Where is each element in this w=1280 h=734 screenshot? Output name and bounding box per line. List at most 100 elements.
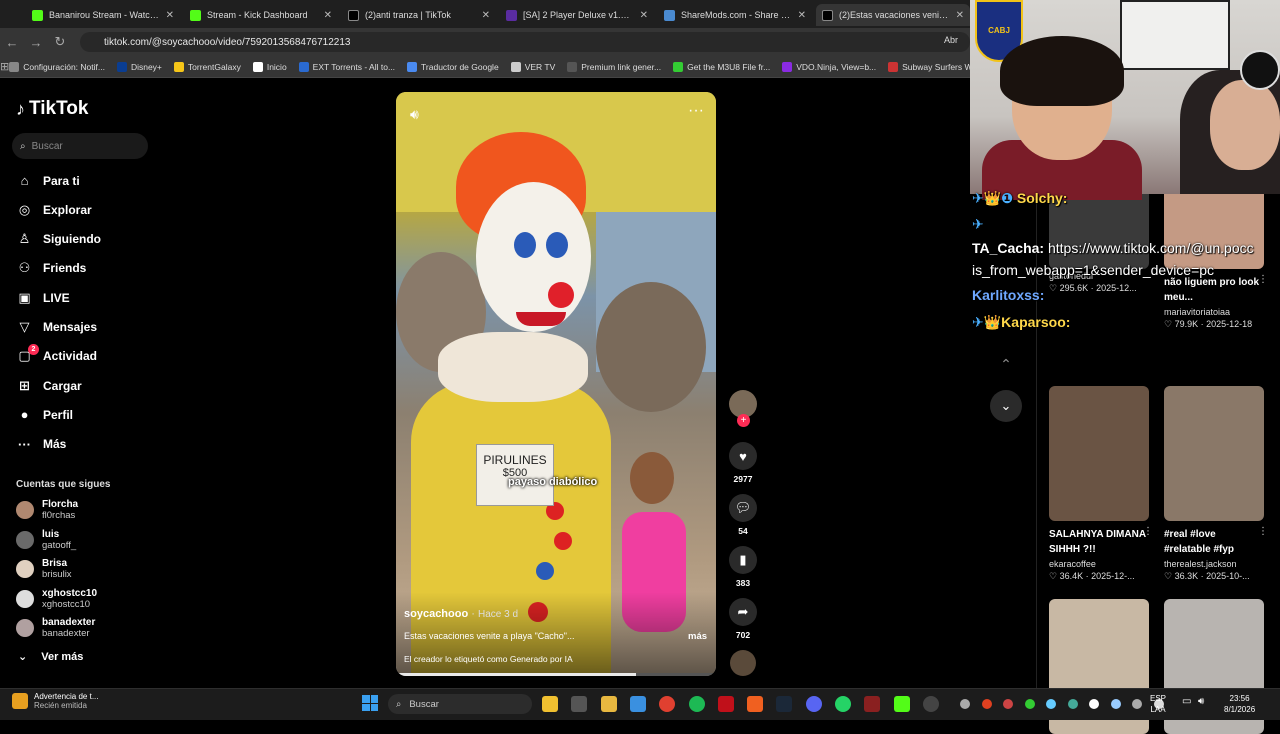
back-icon[interactable]: ← bbox=[0, 35, 24, 50]
origin-icon[interactable] bbox=[747, 696, 764, 712]
description-more-button[interactable]: más bbox=[688, 631, 707, 642]
video-title[interactable]: não liguem pro look meu... bbox=[1164, 275, 1264, 305]
nav-item-friends[interactable]: ⚇ Friends bbox=[16, 260, 87, 277]
nav-item-actividad[interactable]: ▢ 2 Actividad bbox=[16, 343, 97, 365]
notification-widget[interactable]: Advertencia de t... Recién emitida bbox=[12, 692, 98, 710]
video-title[interactable]: SALAHNYA DIMANA SIHHH ?!! bbox=[1049, 527, 1149, 557]
tray-app-6[interactable] bbox=[1089, 699, 1099, 709]
followed-account[interactable]: banadexter banadexter bbox=[16, 617, 95, 639]
netflix-icon[interactable] bbox=[717, 696, 734, 712]
tray-app-7[interactable] bbox=[1110, 699, 1121, 709]
comment-button[interactable]: 💬︎ 54 bbox=[728, 494, 758, 536]
video-options-icon[interactable]: ··· bbox=[688, 102, 704, 120]
video-player[interactable]: PIRULINES $500 payaso diabólico 🔊︎ ··· s… bbox=[396, 92, 716, 676]
followed-account[interactable]: Florcha fl0rchas bbox=[16, 499, 78, 521]
bookmark-item[interactable]: Subway Surfers Web bbox=[888, 61, 982, 72]
obs-icon[interactable] bbox=[922, 696, 939, 712]
forward-icon[interactable]: → bbox=[24, 35, 48, 50]
task-view-icon[interactable] bbox=[571, 696, 588, 712]
folder-icon[interactable] bbox=[600, 696, 617, 712]
photos-icon[interactable] bbox=[629, 696, 646, 712]
followed-account[interactable]: Brisa brisulix bbox=[16, 558, 72, 580]
browser-tab[interactable]: Bananirou Stream - Watch Live ✕ bbox=[26, 4, 180, 26]
game-icon[interactable] bbox=[864, 696, 881, 712]
tray-app-1[interactable] bbox=[981, 699, 992, 709]
bookmark-item[interactable]: TorrentGalaxy bbox=[173, 61, 241, 72]
browser-tab[interactable]: [SA] 2 Player Deluxe v1.5 (mod... ✕ bbox=[500, 4, 654, 26]
system-clock[interactable]: 23:56 8/1/2026 bbox=[1224, 693, 1255, 715]
browser-tab[interactable]: ShareMods.com - Share your g... ✕ bbox=[658, 4, 812, 26]
video-user[interactable]: therealest.jackson bbox=[1164, 559, 1264, 569]
tray-app-3[interactable] bbox=[1024, 699, 1035, 709]
reload-icon[interactable]: ↻ bbox=[48, 34, 72, 50]
video-title[interactable]: #real #love #relatable #fyp bbox=[1164, 527, 1264, 557]
video-user[interactable]: ekaracoffee bbox=[1049, 559, 1149, 569]
like-button[interactable]: ♥ 2977 bbox=[728, 442, 758, 484]
close-icon[interactable]: ✕ bbox=[798, 10, 806, 21]
close-icon[interactable]: ✕ bbox=[324, 10, 332, 21]
video-user[interactable]: mariavitoriatoiaa bbox=[1164, 307, 1264, 317]
related-video-card[interactable]: #real #love #relatable #fyp ⋮ therealest.j… bbox=[1164, 386, 1268, 582]
tray-app-5[interactable] bbox=[1067, 699, 1078, 709]
share-button[interactable]: ➦ 702 bbox=[728, 598, 758, 640]
nav-item-siguiendo[interactable]: ♙ Siguiendo bbox=[16, 231, 101, 248]
bookmark-item[interactable]: VDO.Ninja, View=b... bbox=[782, 61, 876, 72]
language-indicator[interactable]: ESP LAA bbox=[1150, 693, 1166, 715]
close-icon[interactable]: ✕ bbox=[640, 10, 648, 21]
browser-tab[interactable]: (2)Estas vacaciones venite a... ✕ bbox=[816, 4, 970, 26]
apps-grid-icon[interactable]: ⊞ bbox=[0, 60, 9, 73]
nav-item-más[interactable]: ··· Más bbox=[16, 436, 66, 453]
previous-video-button[interactable]: ⌃ bbox=[992, 350, 1020, 378]
bookmark-item[interactable]: Get the M3U8 File fr... bbox=[673, 61, 770, 72]
video-progress-bar[interactable] bbox=[396, 673, 716, 676]
windows-start-icon[interactable] bbox=[362, 695, 378, 711]
followed-account[interactable]: xghostcc10 xghostcc10 bbox=[16, 588, 97, 610]
more-options-icon[interactable]: ⋮ bbox=[1258, 274, 1268, 285]
close-icon[interactable]: ✕ bbox=[166, 10, 174, 21]
bookmark-item[interactable]: VER TV bbox=[510, 61, 555, 72]
nav-item-live[interactable]: ▣ LIVE bbox=[16, 289, 69, 306]
bookmark-item[interactable]: Inicio bbox=[252, 61, 287, 72]
bookmark-item[interactable]: Disney+ bbox=[116, 61, 162, 72]
tray-app-8[interactable] bbox=[1132, 699, 1142, 709]
followed-account[interactable]: luis gatooff_ bbox=[16, 529, 76, 551]
more-options-icon[interactable]: ⋮ bbox=[1143, 526, 1153, 537]
nav-item-mensajes[interactable]: ▽ Mensajes bbox=[16, 319, 98, 336]
bookmark-item[interactable]: Premium link gener... bbox=[567, 61, 661, 72]
discord-icon[interactable] bbox=[805, 696, 822, 712]
speaker-icon[interactable]: 🔊︎ bbox=[1198, 696, 1204, 707]
volume-icon[interactable]: 🔊︎ bbox=[410, 106, 419, 123]
tray-app-2[interactable] bbox=[1003, 699, 1013, 709]
related-video-card[interactable]: SALAHNYA DIMANA SIHHH ?!! ⋮ ekaracoffee ♡ 3… bbox=[1049, 386, 1153, 582]
save-button[interactable]: ▮ 383 bbox=[728, 546, 758, 588]
spotify-icon[interactable] bbox=[688, 696, 705, 712]
file-explorer-icon[interactable] bbox=[542, 696, 558, 712]
nav-item-cargar[interactable]: ⊞ Cargar bbox=[16, 377, 82, 394]
chevron-up-icon[interactable] bbox=[960, 699, 970, 709]
whatsapp-icon[interactable] bbox=[835, 696, 851, 712]
url-field[interactable]: tiktok.com/@soycachooo/video/75920135684… bbox=[80, 32, 970, 52]
close-icon[interactable]: ✕ bbox=[482, 10, 490, 21]
nav-item-explorar[interactable]: ◎ Explorar bbox=[16, 201, 92, 218]
kick-icon[interactable] bbox=[893, 696, 910, 712]
video-thumbnail[interactable] bbox=[1164, 386, 1264, 521]
author-handle[interactable]: soycachooo bbox=[404, 608, 468, 620]
bookmark-item[interactable]: Traductor de Google bbox=[407, 61, 499, 72]
nav-item-perfil[interactable]: ● Perfil bbox=[16, 406, 73, 423]
video-thumbnail[interactable] bbox=[1049, 386, 1149, 521]
follow-plus-button[interactable]: + bbox=[737, 414, 750, 427]
bookmark-item[interactable]: EXT Torrents - All to... bbox=[298, 61, 395, 72]
browser-tab[interactable]: Stream - Kick Dashboard ✕ bbox=[184, 4, 338, 26]
browser-tab[interactable]: (2)anti tranza | TikTok ✕ bbox=[342, 4, 496, 26]
network-icon[interactable]: ▭ bbox=[1182, 696, 1191, 707]
steam-icon[interactable] bbox=[776, 696, 793, 712]
nav-item-para-ti[interactable]: ⌂ Para ti bbox=[16, 172, 80, 189]
music-disc-icon[interactable] bbox=[730, 650, 756, 676]
taskbar-search[interactable]: ⌕ Buscar bbox=[388, 694, 532, 714]
search-input[interactable]: ⌕ Buscar bbox=[12, 133, 148, 159]
see-more-button[interactable]: ⌄ Ver más bbox=[18, 650, 83, 664]
more-options-icon[interactable]: ⋮ bbox=[1258, 526, 1268, 537]
close-icon[interactable]: ✕ bbox=[956, 10, 964, 21]
next-video-button[interactable]: ⌄ bbox=[990, 390, 1022, 422]
video-author[interactable]: soycachooo · Hace 3 d bbox=[404, 608, 518, 620]
